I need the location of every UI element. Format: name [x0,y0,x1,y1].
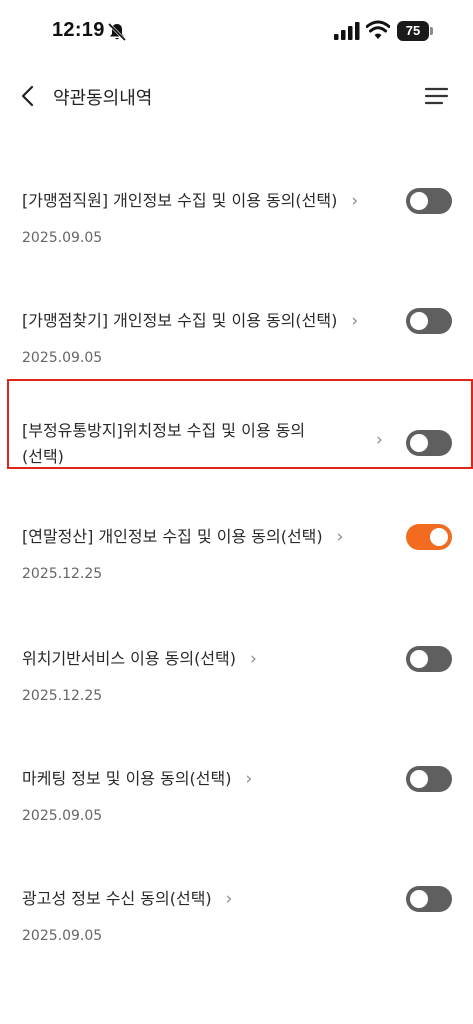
list-item-title[interactable]: 광고성 정보 수신 동의(선택) › [22,886,232,912]
header: 약관동의내역 [0,64,473,128]
chevron-right-icon: › [225,889,233,909]
toggle-knob [410,312,428,330]
menu-button[interactable] [422,82,452,110]
list-item-title[interactable]: [연말정산] 개인정보 수집 및 이용 동의(선택) › [22,524,343,550]
list-item: 위치기반서비스 이용 동의(선택) › 2025.12.25 [0,646,473,716]
consent-toggle[interactable] [406,646,452,672]
chevron-right-icon: › [351,191,359,211]
list-item: [연말정산] 개인정보 수집 및 이용 동의(선택) › 2025.12.25 [0,524,473,594]
list-item-date: 2025.09.05 [22,928,103,944]
toggle-knob [410,770,428,788]
battery-level: 75 [397,21,429,41]
wifi-icon [366,20,390,39]
consent-toggle[interactable] [406,524,452,550]
list-item-date: 2025.12.25 [22,566,103,582]
list-item-label: 위치기반서비스 이용 동의(선택) [22,649,237,668]
consent-toggle[interactable] [406,886,452,912]
list-item-title[interactable]: 마케팅 정보 및 이용 동의(선택) › [22,766,252,792]
list-item-label: [가맹점찾기] 개인정보 수집 및 이용 동의(선택) [22,311,338,330]
status-time: 12:19 [52,19,105,41]
chevron-right-icon: › [245,769,253,789]
toggle-knob [410,192,428,210]
battery-indicator: 75 [397,21,434,41]
list-item-label: 마케팅 정보 및 이용 동의(선택) [22,769,232,788]
list-item-label: 광고성 정보 수신 동의(선택) [22,889,212,908]
consent-toggle[interactable] [406,188,452,214]
back-button[interactable] [14,80,44,112]
list-item-label: [가맹점직원] 개인정보 수집 및 이용 동의(선택) [22,191,338,210]
list-item: [가맹점직원] 개인정보 수집 및 이용 동의(선택) › 2025.09.05 [0,188,473,258]
highlight-box [7,379,473,469]
list-item-title[interactable]: [가맹점직원] 개인정보 수집 및 이용 동의(선택) › [22,188,358,214]
signal-icon [334,22,360,40]
list-item-date: 2025.12.25 [22,688,103,704]
chevron-left-icon [21,85,34,107]
list-item: 마케팅 정보 및 이용 동의(선택) › 2025.09.05 [0,766,473,836]
battery-cap [430,27,433,35]
page-title: 약관동의내역 [53,88,153,109]
consent-toggle[interactable] [406,766,452,792]
list-item: [가맹점찾기] 개인정보 수집 및 이용 동의(선택) › 2025.09.05 [0,308,473,378]
list-item-label: [연말정산] 개인정보 수집 및 이용 동의(선택) [22,527,323,546]
status-bar: 12:19 75 [0,0,473,64]
bell-muted-icon [107,22,127,42]
consent-toggle[interactable] [406,308,452,334]
list-item-title[interactable]: 위치기반서비스 이용 동의(선택) › [22,646,257,672]
list-item-date: 2025.09.05 [22,808,103,824]
toggle-knob [430,528,448,546]
list-item-date: 2025.09.05 [22,350,103,366]
toggle-knob [410,890,428,908]
hamburger-menu-icon [424,87,449,105]
chevron-right-icon: › [336,527,344,547]
chevron-right-icon: › [250,649,257,669]
list-item: 광고성 정보 수신 동의(선택) › 2025.09.05 [0,886,473,956]
list-item-title[interactable]: [가맹점찾기] 개인정보 수집 및 이용 동의(선택) › [22,308,358,334]
toggle-knob [410,650,428,668]
list-item-date: 2025.09.05 [22,230,103,246]
chevron-right-icon: › [351,311,359,331]
